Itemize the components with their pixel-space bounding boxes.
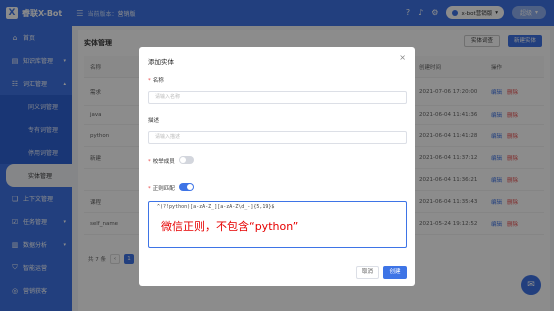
create-button[interactable]: 创建: [383, 266, 407, 279]
name-input[interactable]: 请输入名称: [148, 91, 407, 104]
toggle-knob: [187, 184, 193, 190]
member-label: * 校举成员: [148, 159, 175, 165]
cancel-button[interactable]: 取消: [356, 266, 379, 279]
description-input[interactable]: 请输入描述: [148, 131, 407, 144]
dialog-title: 添加实体: [148, 58, 174, 66]
required-mark: *: [148, 159, 151, 165]
required-mark: *: [148, 186, 151, 192]
regex-textarea[interactable]: ^(?!python)[a-zA-Z_][a-zA-Z\d_-]{5,19}$ …: [148, 201, 407, 248]
regex-toggle[interactable]: [179, 183, 194, 191]
member-toggle[interactable]: [179, 156, 194, 164]
required-mark: *: [148, 78, 151, 84]
toggle-knob: [180, 157, 186, 163]
add-entity-dialog: 添加实体 × * 名称 请输入名称 描述 请输入描述 * 校举成员 * 正则匹配 ^(…: [139, 47, 415, 286]
regex-value: ^(?!python)[a-zA-Z_][a-zA-Z\d_-]{5,19}$: [157, 204, 275, 210]
description-label: 描述: [148, 118, 160, 124]
annotation-text: 微信正则，不包含“python”: [161, 220, 299, 233]
regex-label: * 正则匹配: [148, 186, 175, 192]
name-label: * 名称: [148, 78, 164, 84]
close-icon[interactable]: ×: [399, 53, 406, 62]
